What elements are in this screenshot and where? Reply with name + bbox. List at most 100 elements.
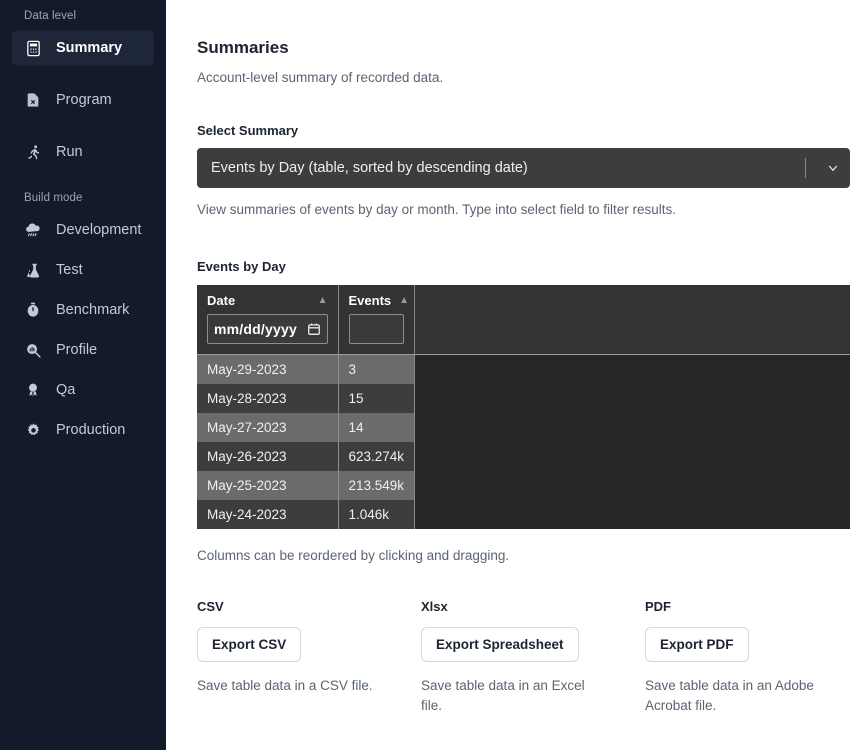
sidebar-item-label: Qa (56, 382, 76, 398)
calculator-icon (24, 39, 42, 57)
cell-events: 1.046k (338, 499, 415, 529)
cell-filler (414, 441, 850, 471)
cell-filler (414, 354, 850, 384)
sidebar-item-label: Profile (56, 342, 98, 358)
flask-icon (24, 261, 42, 279)
filter-cell-events (338, 314, 415, 355)
export-description: Save table data in an Excel file. (421, 677, 585, 714)
sidebar-item-profile[interactable]: Profile (12, 332, 154, 368)
main-content: Summaries Account-level summary of recor… (166, 0, 864, 750)
sidebar-group-label-build-mode: Build mode (24, 192, 83, 204)
export-csv-button[interactable]: Export CSV (197, 626, 302, 662)
column-header-events[interactable]: Events ▲ (338, 285, 415, 314)
table-row[interactable]: May-24-2023 1.046k (197, 499, 850, 529)
cell-date: May-25-2023 (197, 470, 339, 500)
sidebar-item-summary[interactable]: Summary (12, 30, 154, 66)
export-heading: CSV (197, 598, 224, 614)
column-header-date[interactable]: Date ▲ (197, 285, 339, 314)
sidebar-item-qa[interactable]: Qa (12, 372, 154, 408)
sidebar-item-label: Test (56, 262, 83, 278)
export-heading: Xlsx (421, 598, 448, 614)
export-spreadsheet-button[interactable]: Export Spreadsheet (421, 626, 579, 662)
sidebar-group-label-data-level: Data level (24, 10, 77, 22)
cell-events: 623.274k (338, 441, 415, 471)
export-group-xlsx: Xlsx Export Spreadsheet Save table data … (421, 599, 645, 718)
cell-filler (414, 383, 850, 413)
stopwatch-icon (24, 301, 42, 319)
select-summary-value: Events by Day (table, sorted by descendi… (211, 160, 528, 176)
select-separator (805, 158, 806, 178)
sidebar-item-benchmark[interactable]: Benchmark (12, 292, 154, 328)
table-row[interactable]: May-28-2023 15 (197, 383, 850, 413)
table-row[interactable]: May-29-2023 3 (197, 354, 850, 384)
export-heading: PDF (645, 598, 671, 614)
export-pdf-button[interactable]: Export PDF (645, 626, 749, 662)
cell-date: May-27-2023 (197, 412, 339, 442)
sidebar-item-label: Production (56, 422, 126, 438)
column-header-label: Events (348, 293, 392, 308)
export-description: Save table data in a CSV file. (197, 677, 373, 693)
sort-ascending-icon[interactable]: ▲ (318, 295, 328, 306)
table-head: Date ▲ Events ▲ mm/dd/yyyy (197, 285, 850, 355)
gear-icon (24, 421, 42, 439)
cell-events: 14 (338, 412, 415, 442)
table-row[interactable]: May-27-2023 14 (197, 412, 850, 442)
filter-cell-date: mm/dd/yyyy (197, 314, 339, 355)
sidebar-item-program[interactable]: Program (12, 82, 154, 118)
export-group-csv: CSV Export CSV Save table data in a CSV … (197, 599, 421, 718)
sidebar-item-label: Benchmark (56, 302, 130, 318)
events-table-container: Date ▲ Events ▲ mm/dd/yyyy May-29-2023 3… (197, 285, 850, 529)
chevron-down-icon[interactable] (816, 161, 850, 175)
select-summary-dropdown[interactable]: Events by Day (table, sorted by descendi… (197, 148, 850, 188)
cell-filler (414, 412, 850, 442)
sidebar-item-development[interactable]: Development (12, 212, 154, 248)
export-section: CSV Export CSV Save table data in a CSV … (197, 599, 850, 718)
select-summary-label: Select Summary (197, 123, 299, 138)
cell-date: May-24-2023 (197, 499, 339, 529)
page-title: Summaries (197, 38, 289, 57)
sort-ascending-icon[interactable]: ▲ (399, 295, 409, 306)
date-filter-input[interactable]: mm/dd/yyyy (207, 314, 328, 344)
table-row[interactable]: May-26-2023 623.274k (197, 441, 850, 471)
sidebar-item-label: Run (56, 144, 83, 160)
sidebar-item-production[interactable]: Production (12, 412, 154, 448)
column-header-label: Date (207, 293, 236, 308)
cell-date: May-29-2023 (197, 354, 339, 384)
column-header-filler (414, 285, 850, 314)
cell-date: May-26-2023 (197, 441, 339, 471)
events-table: Date ▲ Events ▲ mm/dd/yyyy May-29-2023 3… (197, 285, 850, 529)
table-filter-row: mm/dd/yyyy (197, 314, 850, 355)
table-row[interactable]: May-25-2023 213.549k (197, 470, 850, 500)
export-description: Save table data in an Adobe Acrobat file… (645, 677, 814, 714)
magnifier-chart-icon (24, 341, 42, 359)
running-person-icon (24, 143, 42, 161)
calendar-icon[interactable] (307, 322, 321, 336)
cell-filler (414, 499, 850, 529)
sidebar-item-run[interactable]: Run (12, 134, 154, 170)
cell-date: May-28-2023 (197, 383, 339, 413)
sidebar: Data level Summary Program Run Build mod… (0, 0, 166, 750)
table-title: Events by Day (197, 259, 286, 274)
sidebar-item-label: Development (56, 222, 142, 238)
filter-cell-filler (414, 314, 850, 355)
table-note: Columns can be reordered by clicking and… (197, 547, 510, 563)
cell-events: 3 (338, 354, 415, 384)
export-group-pdf: PDF Export PDF Save table data in an Ado… (645, 599, 850, 718)
table-header-row: Date ▲ Events ▲ (197, 285, 850, 314)
cell-events: 15 (338, 383, 415, 413)
app-root: Data level Summary Program Run Build mod… (0, 0, 864, 750)
date-filter-placeholder: mm/dd/yyyy (214, 321, 297, 337)
sidebar-item-test[interactable]: Test (12, 252, 154, 288)
file-x-icon (24, 91, 42, 109)
sidebar-item-label: Summary (56, 40, 123, 56)
award-badge-icon (24, 381, 42, 399)
table-body: May-29-2023 3 May-28-2023 15 May-27-2023… (197, 354, 850, 529)
events-filter-input[interactable] (348, 314, 404, 344)
sidebar-item-label: Program (56, 92, 112, 108)
cell-events: 213.549k (338, 470, 415, 500)
page-subtitle: Account-level summary of recorded data. (197, 70, 444, 85)
cloud-rain-icon (24, 221, 42, 239)
select-summary-helper: View summaries of events by day or month… (197, 202, 676, 217)
